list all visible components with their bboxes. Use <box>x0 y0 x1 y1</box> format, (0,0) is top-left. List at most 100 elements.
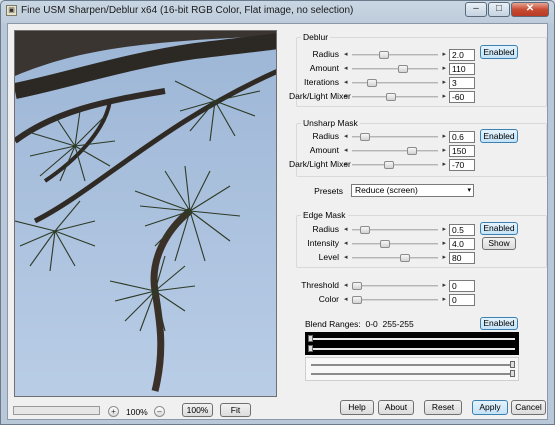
unsharp-amount-track <box>352 150 438 152</box>
left-arrow-icon[interactable]: ◂ <box>344 92 348 102</box>
edge-intensity-label: Intensity <box>307 238 339 248</box>
blend-underlying-ramp[interactable] <box>305 357 519 381</box>
fit-button[interactable]: Fit <box>220 403 251 417</box>
zoom-in-button[interactable]: + <box>108 406 119 417</box>
edge-level-field[interactable]: 80 <box>449 252 475 264</box>
right-arrow-icon[interactable]: ▸ <box>442 92 446 102</box>
right-arrow-icon[interactable]: ▸ <box>442 160 446 170</box>
edge-intensity-thumb[interactable] <box>380 240 391 248</box>
blend-enabled-button[interactable]: Enabled <box>480 317 518 330</box>
edge-show-button[interactable]: Show <box>482 237 516 250</box>
cancel-button[interactable]: Cancel <box>511 400 546 415</box>
threshold-field[interactable]: 0 <box>449 280 475 292</box>
unsharp-radius-thumb[interactable] <box>359 133 370 141</box>
unsharp-dark-light-mixer-slider[interactable]: ◂ ▸ <box>344 160 446 170</box>
apply-button[interactable]: Apply <box>472 400 508 415</box>
color-field[interactable]: 0 <box>449 294 475 306</box>
deblur-dark-light-mixer-thumb[interactable] <box>386 93 397 101</box>
edge-intensity-slider[interactable]: ◂ ▸ <box>344 239 446 249</box>
edge-level-track <box>352 257 438 259</box>
left-arrow-icon[interactable]: ◂ <box>344 225 348 235</box>
right-arrow-icon[interactable]: ▸ <box>442 253 446 263</box>
edge-enabled-button[interactable]: Enabled <box>480 222 518 235</box>
unsharp-dark-light-mixer-thumb[interactable] <box>383 161 394 169</box>
title-bar[interactable]: ▣ Fine USM Sharpen/Deblur x64 (16-bit RG… <box>1 1 554 21</box>
deblur-radius-field[interactable]: 2.0 <box>449 49 475 61</box>
zoom-out-button[interactable]: – <box>154 406 165 417</box>
deblur-dark-light-mixer-field[interactable]: -60 <box>449 91 475 103</box>
image-preview[interactable] <box>14 30 277 397</box>
left-arrow-icon[interactable]: ◂ <box>344 132 348 142</box>
edge-level-thumb[interactable] <box>399 254 410 262</box>
unsharp-radius-slider[interactable]: ◂ ▸ <box>344 132 446 142</box>
right-arrow-icon[interactable]: ▸ <box>442 295 446 305</box>
edge-radius-thumb[interactable] <box>359 226 370 234</box>
blend-under-top-line <box>311 364 511 366</box>
deblur-iterations-label: Iterations <box>304 77 339 87</box>
close-button[interactable]: ✕ <box>511 2 549 17</box>
help-button[interactable]: Help <box>340 400 374 415</box>
left-arrow-icon[interactable]: ◂ <box>344 64 348 74</box>
deblur-iterations-slider[interactable]: ◂ ▸ <box>344 78 446 88</box>
blend-high-handle-bottom[interactable] <box>510 370 515 377</box>
blend-low-handle-bottom[interactable] <box>308 345 313 352</box>
blend-this-layer-ramp[interactable] <box>305 332 519 355</box>
left-arrow-icon[interactable]: ◂ <box>344 160 348 170</box>
deblur-iterations-field[interactable]: 3 <box>449 77 475 89</box>
edge-radius-slider[interactable]: ◂ ▸ <box>344 225 446 235</box>
color-slider[interactable]: ◂ ▸ <box>344 295 446 305</box>
right-arrow-icon[interactable]: ▸ <box>442 146 446 156</box>
presets-select[interactable]: Reduce (screen) ▾ <box>351 184 474 197</box>
unsharp-dark-light-mixer-field[interactable]: -70 <box>449 159 475 171</box>
deblur-amount-thumb[interactable] <box>397 65 408 73</box>
threshold-thumb[interactable] <box>352 282 362 290</box>
deblur-radius-track <box>352 54 438 56</box>
reset-button[interactable]: Reset <box>424 400 462 415</box>
deblur-enabled-button[interactable]: Enabled <box>480 45 518 59</box>
blend-under-bottom-line <box>311 373 511 375</box>
left-arrow-icon[interactable]: ◂ <box>344 281 348 291</box>
right-arrow-icon[interactable]: ▸ <box>442 64 446 74</box>
left-arrow-icon[interactable]: ◂ <box>344 146 348 156</box>
blend-high-handle-top[interactable] <box>510 361 515 368</box>
deblur-radius-thumb[interactable] <box>378 51 389 59</box>
blend-bottom-line <box>309 348 515 350</box>
edge-radius-field[interactable]: 0.5 <box>449 224 475 236</box>
left-arrow-icon[interactable]: ◂ <box>344 239 348 249</box>
right-arrow-icon[interactable]: ▸ <box>442 50 446 60</box>
zoom-100-button[interactable]: 100% <box>182 403 213 417</box>
deblur-amount-field[interactable]: 110 <box>449 63 475 75</box>
deblur-dark-light-mixer-slider[interactable]: ◂ ▸ <box>344 92 446 102</box>
left-arrow-icon[interactable]: ◂ <box>344 50 348 60</box>
right-arrow-icon[interactable]: ▸ <box>442 78 446 88</box>
right-arrow-icon[interactable]: ▸ <box>442 281 446 291</box>
deblur-amount-slider[interactable]: ◂ ▸ <box>344 64 446 74</box>
right-arrow-icon[interactable]: ▸ <box>442 225 446 235</box>
deblur-iterations-track <box>352 82 438 84</box>
about-button[interactable]: About <box>378 400 414 415</box>
edge-level-slider[interactable]: ◂ ▸ <box>344 253 446 263</box>
unsharp-amount-field[interactable]: 150 <box>449 145 475 157</box>
edge-intensity-field[interactable]: 4.0 <box>449 238 475 250</box>
minimize-button[interactable]: – <box>465 2 487 17</box>
threshold-slider[interactable]: ◂ ▸ <box>344 281 446 291</box>
unsharp-amount-slider[interactable]: ◂ ▸ <box>344 146 446 156</box>
blend-low-handle-top[interactable] <box>308 335 313 342</box>
deblur-radius-slider[interactable]: ◂ ▸ <box>344 50 446 60</box>
maximize-button[interactable]: □ <box>488 2 510 17</box>
unsharp-radius-field[interactable]: 0.6 <box>449 131 475 143</box>
blend-ranges-title: Blend Ranges: <box>305 319 361 329</box>
presets-selected-value: Reduce (screen) <box>355 185 418 195</box>
deblur-amount-label: Amount <box>309 63 339 73</box>
unsharp-enabled-button[interactable]: Enabled <box>480 129 518 143</box>
left-arrow-icon[interactable]: ◂ <box>344 78 348 88</box>
right-arrow-icon[interactable]: ▸ <box>442 132 446 142</box>
left-arrow-icon[interactable]: ◂ <box>344 253 348 263</box>
left-arrow-icon[interactable]: ◂ <box>344 295 348 305</box>
color-label: Color <box>318 294 339 304</box>
deblur-iterations-thumb[interactable] <box>367 79 378 87</box>
right-arrow-icon[interactable]: ▸ <box>442 239 446 249</box>
unsharp-amount-thumb[interactable] <box>406 147 417 155</box>
blend-ranges-label: Blend Ranges: 0-0 255-255 <box>305 319 414 329</box>
color-thumb[interactable] <box>352 296 362 304</box>
